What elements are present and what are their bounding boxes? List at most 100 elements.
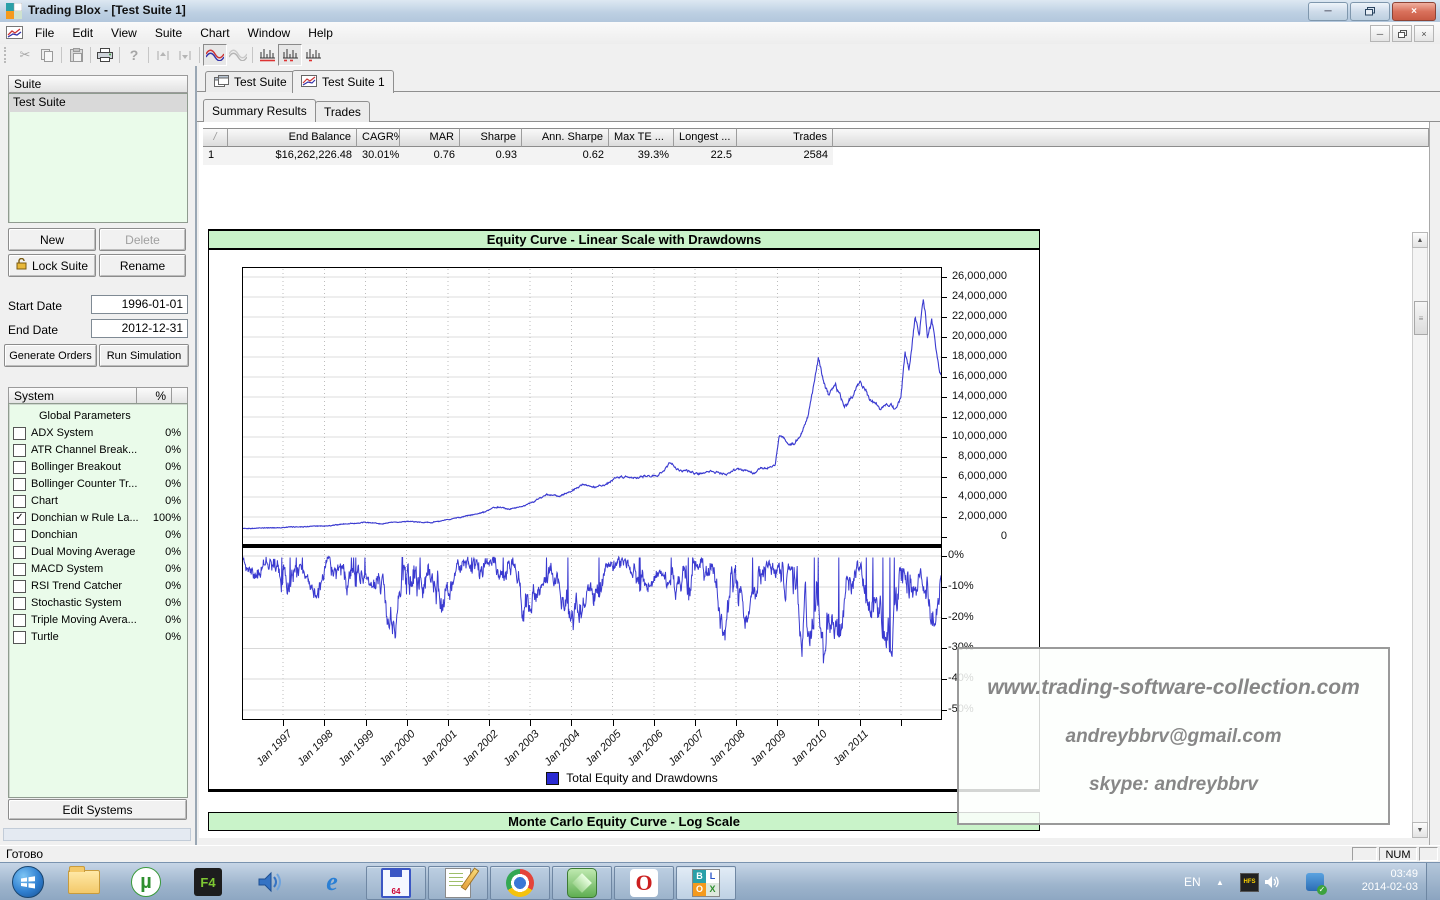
- system-row-2[interactable]: ATR Channel Break...0%: [9, 442, 187, 459]
- tab-test-suite-1[interactable]: Test Suite 1: [292, 70, 394, 93]
- checkbox-icon[interactable]: [13, 461, 26, 474]
- mdi-minimize-button[interactable]: ─: [1370, 25, 1390, 42]
- tray-expand-icon[interactable]: ▲: [1216, 863, 1224, 900]
- checkbox-icon[interactable]: [13, 427, 26, 440]
- utorrent-icon[interactable]: µ: [124, 866, 168, 898]
- results-table-row[interactable]: 1$16,262,226.4830.01%0.760.930.6239.3%22…: [203, 147, 1429, 165]
- system-row-9[interactable]: MACD System0%: [9, 561, 187, 578]
- mdi-restore-button[interactable]: [1392, 25, 1412, 42]
- taskbar-app-floppy[interactable]: 64: [366, 866, 426, 900]
- checkbox-checked-icon[interactable]: ✓: [13, 512, 26, 525]
- start-button[interactable]: [6, 866, 50, 898]
- checkbox-icon[interactable]: [13, 597, 26, 610]
- scroll-down-button[interactable]: ▼: [1412, 822, 1428, 838]
- menu-view[interactable]: View: [102, 23, 146, 43]
- menu-file[interactable]: File: [26, 23, 63, 43]
- tab-summary-results[interactable]: Summary Results: [203, 99, 316, 122]
- paste-icon[interactable]: [65, 45, 87, 65]
- sort-ascending-icon[interactable]: [152, 45, 174, 65]
- equity-curves-gray-icon[interactable]: [227, 45, 249, 65]
- menu-window[interactable]: Window: [239, 23, 300, 43]
- checkbox-icon[interactable]: [13, 529, 26, 542]
- internet-explorer-icon[interactable]: e: [310, 866, 354, 898]
- system-row-7[interactable]: Donchian0%: [9, 527, 187, 544]
- fx-app-icon[interactable]: F4: [186, 866, 230, 898]
- taskbar-app-tradingblox[interactable]: BL OX: [676, 866, 736, 900]
- column-header-blank[interactable]: [833, 128, 1429, 147]
- dropbox-tray-icon[interactable]: [1306, 863, 1324, 900]
- generate-orders-button[interactable]: Generate Orders: [4, 344, 97, 367]
- show-desktop-button[interactable]: [1426, 863, 1440, 900]
- explorer-icon[interactable]: [62, 866, 106, 898]
- system-row-0[interactable]: Global Parameters: [9, 408, 187, 425]
- column-header-Longest ...[interactable]: Longest ...: [674, 128, 737, 147]
- start-date-field[interactable]: 1996-01-01: [91, 295, 188, 314]
- run-simulation-button[interactable]: Run Simulation: [99, 344, 189, 367]
- scrollbar-thumb[interactable]: ≡: [1414, 301, 1428, 335]
- scroll-up-button[interactable]: ▲: [1412, 232, 1428, 248]
- restore-button[interactable]: [1350, 2, 1390, 21]
- column-header-End Balance[interactable]: End Balance: [228, 128, 357, 147]
- system-row-8[interactable]: Dual Moving Average0%: [9, 544, 187, 561]
- suite-list-item[interactable]: Test Suite: [9, 94, 187, 112]
- system-row-5[interactable]: Chart0%: [9, 493, 187, 510]
- edit-systems-button[interactable]: Edit Systems: [8, 799, 187, 820]
- lock-suite-button[interactable]: Lock Suite: [8, 254, 96, 277]
- taskbar-app-chrome[interactable]: [490, 866, 550, 900]
- suite-list[interactable]: Test Suite: [8, 93, 188, 223]
- menu-suite[interactable]: Suite: [146, 23, 191, 43]
- menu-edit[interactable]: Edit: [63, 23, 102, 43]
- close-button[interactable]: ×: [1392, 2, 1436, 21]
- delete-suite-button[interactable]: Delete: [99, 228, 186, 251]
- menu-help[interactable]: Help: [299, 23, 342, 43]
- tab-trades[interactable]: Trades: [315, 101, 370, 122]
- column-header-Max TE ...[interactable]: Max TE ...: [609, 128, 674, 147]
- system-row-13[interactable]: Turtle0%: [9, 629, 187, 646]
- speaker-tray-icon[interactable]: [1264, 863, 1280, 900]
- checkbox-icon[interactable]: [13, 563, 26, 576]
- system-row-10[interactable]: RSI Trend Catcher0%: [9, 578, 187, 595]
- column-header-CAGR%[interactable]: CAGR%: [357, 128, 400, 147]
- end-date-field[interactable]: 2012-12-31: [91, 319, 188, 338]
- print-icon[interactable]: [94, 45, 116, 65]
- system-row-12[interactable]: Triple Moving Avera...0%: [9, 612, 187, 629]
- mdi-close-button[interactable]: ×: [1414, 25, 1434, 42]
- clock[interactable]: 03:49 2014-02-03: [1338, 863, 1418, 900]
- checkbox-icon[interactable]: [13, 546, 26, 559]
- tab-test-suite[interactable]: Test Suite: [205, 71, 296, 92]
- system-row-3[interactable]: Bollinger Breakout0%: [9, 459, 187, 476]
- toolbar-grip[interactable]: [4, 47, 10, 63]
- taskbar-app-opera[interactable]: O: [614, 866, 674, 900]
- volume-mixer-icon[interactable]: [248, 866, 292, 898]
- system-row-6[interactable]: ✓Donchian w Rule La...100%: [9, 510, 187, 527]
- column-header-MAR[interactable]: MAR: [400, 128, 460, 147]
- checkbox-icon[interactable]: [13, 614, 26, 627]
- minimize-button[interactable]: ─: [1308, 2, 1348, 21]
- new-suite-button[interactable]: New: [8, 228, 96, 251]
- checkbox-icon[interactable]: [13, 478, 26, 491]
- sort-descending-icon[interactable]: [174, 45, 196, 65]
- column-header-Trades[interactable]: Trades: [737, 128, 833, 147]
- hfs-tray-icon[interactable]: HFS: [1240, 863, 1259, 900]
- system-row-1[interactable]: ADX System0%: [9, 425, 187, 442]
- taskbar-app-gem[interactable]: [552, 866, 612, 900]
- checkbox-icon[interactable]: [13, 495, 26, 508]
- equity-curves-icon[interactable]: [203, 44, 227, 66]
- menu-chart[interactable]: Chart: [191, 23, 238, 43]
- histogram-3-icon[interactable]: [302, 45, 324, 65]
- column-header-Ann. Sharpe[interactable]: Ann. Sharpe: [522, 128, 609, 147]
- rename-suite-button[interactable]: Rename: [99, 254, 186, 277]
- cut-icon[interactable]: ✂: [14, 45, 36, 65]
- system-row-4[interactable]: Bollinger Counter Tr...0%: [9, 476, 187, 493]
- report-scrollbar[interactable]: ▲ ≡ ▼: [1412, 232, 1428, 838]
- histogram-1-icon[interactable]: [256, 45, 278, 65]
- help-icon[interactable]: ?: [123, 45, 145, 65]
- column-header-Sharpe[interactable]: Sharpe: [460, 128, 522, 147]
- histogram-2-icon[interactable]: [278, 44, 302, 66]
- language-indicator[interactable]: EN: [1184, 863, 1201, 900]
- system-row-11[interactable]: Stochastic System0%: [9, 595, 187, 612]
- sort-indicator-icon[interactable]: /: [203, 128, 228, 147]
- checkbox-icon[interactable]: [13, 580, 26, 593]
- copy-icon[interactable]: [36, 45, 58, 65]
- checkbox-icon[interactable]: [13, 631, 26, 644]
